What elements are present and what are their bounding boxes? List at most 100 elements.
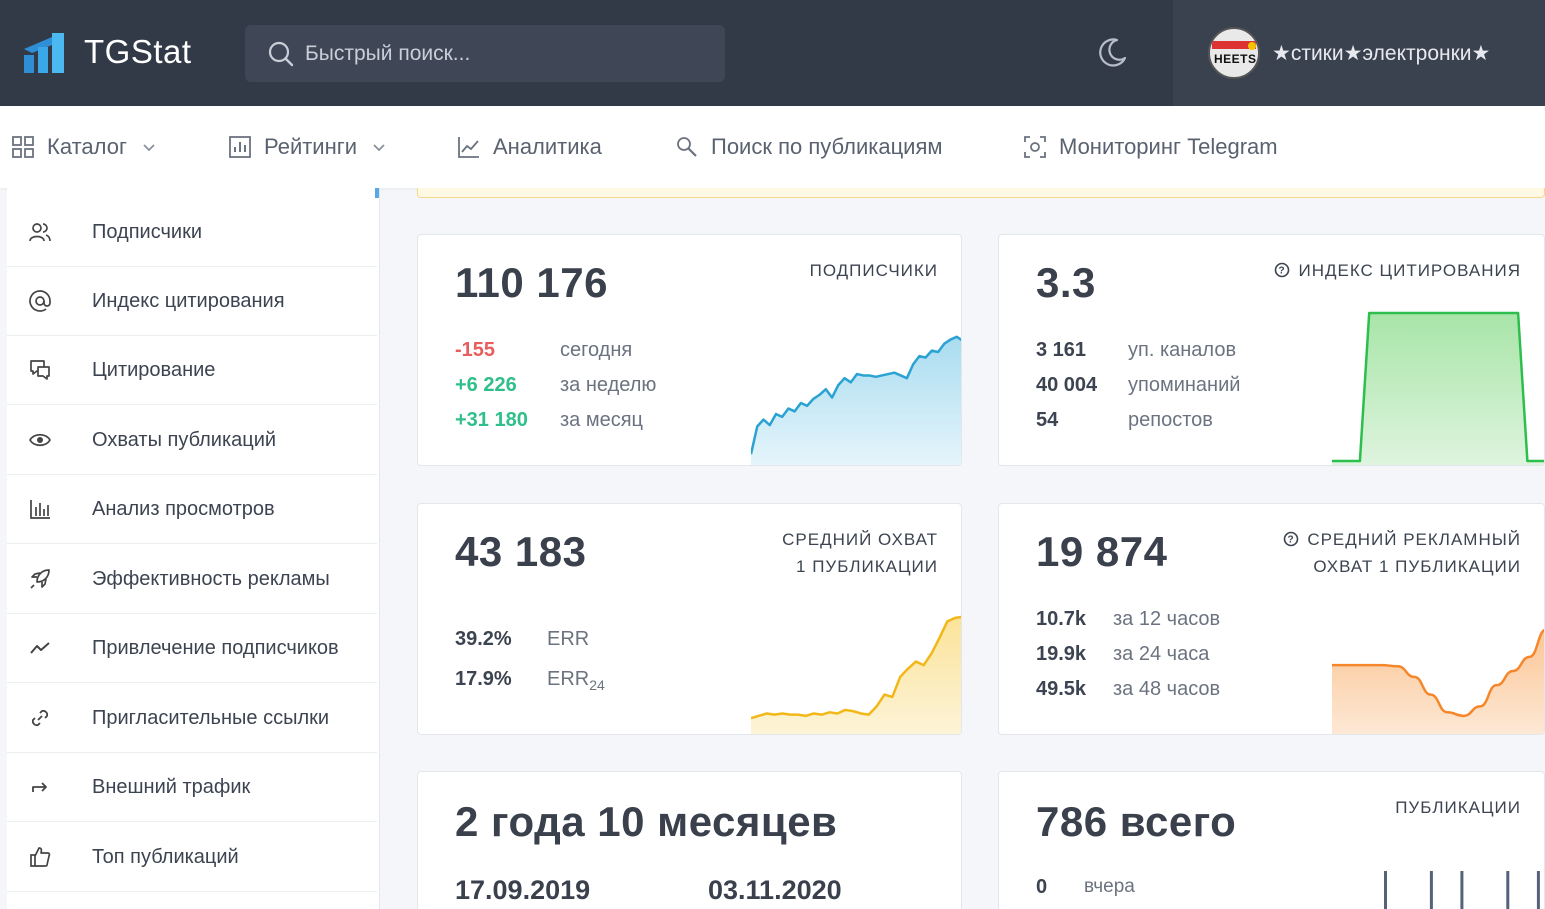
post-bar: [1460, 871, 1464, 909]
stat-value: 19.9k: [1036, 643, 1087, 665]
users-icon: [29, 223, 51, 242]
sidebar-item-citation-index[interactable]: Индекс цитирования: [7, 267, 377, 336]
nav-monitoring[interactable]: Мониторинг Telegram: [1023, 130, 1278, 164]
stat-value: -155: [455, 339, 496, 361]
at-icon: [29, 290, 51, 312]
bars-icon: [30, 500, 50, 519]
sidebar-item-subscribers[interactable]: Подписчики: [7, 198, 377, 267]
sidebar-item-label: Охваты публикаций: [92, 428, 277, 451]
card-posts[interactable]: 786 всего ПУБЛИКАЦИИ 0 вчера: [998, 771, 1545, 909]
rocket-icon: [30, 569, 50, 589]
sidebar: Подписчики Индекс цитирования Цитировани…: [7, 188, 380, 909]
info-icon[interactable]: ?: [1274, 262, 1290, 278]
nav-ratings-label: Рейтинги: [264, 134, 358, 159]
sidebar-item-ad-efficiency[interactable]: Эффективность рекламы: [7, 545, 377, 614]
stat-label: ERR: [547, 628, 590, 650]
sidebar-item-label: Внешний трафик: [92, 775, 251, 798]
citation-index-value: 3.3: [1036, 259, 1096, 306]
search-input[interactable]: [305, 41, 705, 66]
average-reach-sparkline: [751, 615, 961, 734]
stat-value: 49.5k: [1036, 678, 1087, 700]
stat-value: 3 161: [1036, 339, 1087, 361]
card-subscribers[interactable]: 110 176 ПОДПИСЧИКИ -155 сегодня +6 226 з…: [417, 234, 962, 466]
sidebar-item-label: Привлечение подписчиков: [92, 636, 339, 659]
post-bar: [1384, 871, 1387, 909]
stat-label: сегодня: [560, 339, 633, 361]
sidebar-item-external-traffic[interactable]: Внешний трафик: [7, 753, 377, 822]
chevron-down-icon: [373, 144, 385, 152]
sidebar-scrollbar[interactable]: [375, 188, 379, 198]
card-title-line: 1 ПУБЛИКАЦИИ: [796, 557, 938, 576]
card-title-line: СРЕДНИЙ ОХВАТ: [782, 530, 938, 549]
sidebar-item-top-posts[interactable]: Топ публикаций: [7, 823, 377, 892]
card-citation-index[interactable]: 3.3 ? ИНДЕКС ЦИТИРОВАНИЯ 3 161 уп. канало…: [998, 234, 1545, 466]
nav-post-search-label: Поиск по публикациям: [711, 134, 943, 159]
stat-label: упоминаний: [1128, 374, 1241, 396]
stat-value: +31 180: [455, 409, 528, 431]
stat-label: за 24 часа: [1113, 643, 1210, 665]
nav-post-search[interactable]: Поиск по публикациям: [675, 130, 943, 164]
card-average-reach[interactable]: 43 183 СРЕДНИЙ ОХВАТ 1 ПУБЛИКАЦИИ 39.2% …: [417, 503, 962, 735]
card-channel-age[interactable]: 2 года 10 месяцев 17.09.2019 03.11.2020: [417, 771, 962, 909]
stat-label: ERR24: [547, 664, 605, 700]
info-icon[interactable]: ?: [1283, 531, 1299, 547]
stat-label: за месяц: [560, 409, 644, 431]
search-icon: [268, 41, 294, 66]
ad-reach-value: 19 874: [1036, 528, 1168, 575]
moon-icon[interactable]: [1095, 36, 1129, 70]
card-title: ПУБЛИКАЦИИ: [1395, 798, 1521, 817]
brand-name: TGStat: [84, 33, 192, 70]
avatar-text: HEETS: [1214, 52, 1257, 66]
search-box[interactable]: [245, 25, 725, 82]
nav-monitoring-label: Мониторинг Telegram: [1059, 134, 1278, 159]
nav-catalog-label: Каталог: [47, 134, 127, 159]
card-title: ? СРЕДНИЙ РЕКЛАМНЫЙ ОХВАТ 1 ПУБЛИКАЦИИ: [1283, 526, 1521, 580]
sidebar-item-views[interactable]: Анализ просмотров: [7, 475, 377, 544]
stat-value: +6 226: [455, 374, 517, 396]
channel-age-value: 2 года 10 месяцев: [455, 798, 838, 845]
nav-ratings[interactable]: Рейтинги: [228, 130, 387, 164]
top-bar: TGStat HEETS ★стики★электронки★: [0, 0, 1545, 106]
account-menu[interactable]: HEETS ★стики★электронки★: [1173, 0, 1545, 106]
date-start: 17.09.2019: [455, 875, 591, 905]
sidebar-item-acquisition[interactable]: Привлечение подписчиков: [7, 614, 377, 683]
posts-barchart: [1384, 871, 1540, 909]
stat-label: уп. каналов: [1128, 339, 1237, 361]
card-title: ПОДПИСЧИКИ: [809, 261, 938, 280]
avatar-dot: [1248, 42, 1256, 50]
err-label: ERR: [547, 668, 590, 690]
bar-chart-icon: [229, 136, 251, 158]
card-ad-reach[interactable]: 19 874 ? СРЕДНИЙ РЕКЛАМНЫЙ ОХВАТ 1 ПУБЛИК…: [998, 503, 1545, 735]
sidebar-item-citation[interactable]: Цитирование: [7, 336, 377, 405]
logo-icon: [24, 33, 64, 73]
nav-catalog[interactable]: Каталог: [11, 130, 157, 164]
stat-value: 10.7k: [1036, 608, 1087, 630]
sparkline-area: [751, 617, 961, 734]
subscribers-sparkline: [751, 335, 961, 465]
nav-analytics[interactable]: Аналитика: [457, 130, 602, 164]
card-title-text: СРЕДНИЙ РЕКЛАМНЫЙ: [1307, 530, 1521, 549]
err-subscript: 24: [589, 677, 605, 693]
sidebar-item-label: Пригласительные ссылки: [92, 706, 330, 729]
subscribers-total: 110 176: [455, 259, 609, 306]
card-title-line: ? СРЕДНИЙ РЕКЛАМНЫЙ: [1283, 526, 1521, 553]
sidebar-item-label: Топ публикаций: [92, 845, 239, 868]
line-chart-icon: [458, 137, 479, 158]
redirect-icon: [32, 782, 47, 792]
grid-icon: [12, 136, 34, 158]
sidebar-item-reach[interactable]: Охваты публикаций: [7, 406, 377, 475]
card-title: СРЕДНИЙ ОХВАТ 1 ПУБЛИКАЦИИ: [782, 526, 938, 580]
quote-icon: [30, 360, 50, 380]
sidebar-item-invite-links[interactable]: Пригласительные ссылки: [7, 684, 377, 753]
stat-label: за 48 часов: [1113, 678, 1221, 700]
date-end: 03.11.2020: [708, 875, 842, 905]
sidebar-item-label: Цитирование: [92, 358, 216, 381]
thumbs-up-icon: [30, 847, 51, 867]
logo[interactable]: TGStat: [22, 28, 192, 76]
stat-value: 39.2%: [455, 628, 512, 650]
card-title-text: ИНДЕКС ЦИТИРОВАНИЯ: [1298, 261, 1521, 280]
svg-text:?: ?: [1288, 535, 1295, 546]
sparkline-area: [751, 336, 961, 465]
post-bar: [1506, 871, 1510, 909]
alert-banner: [417, 188, 1545, 198]
